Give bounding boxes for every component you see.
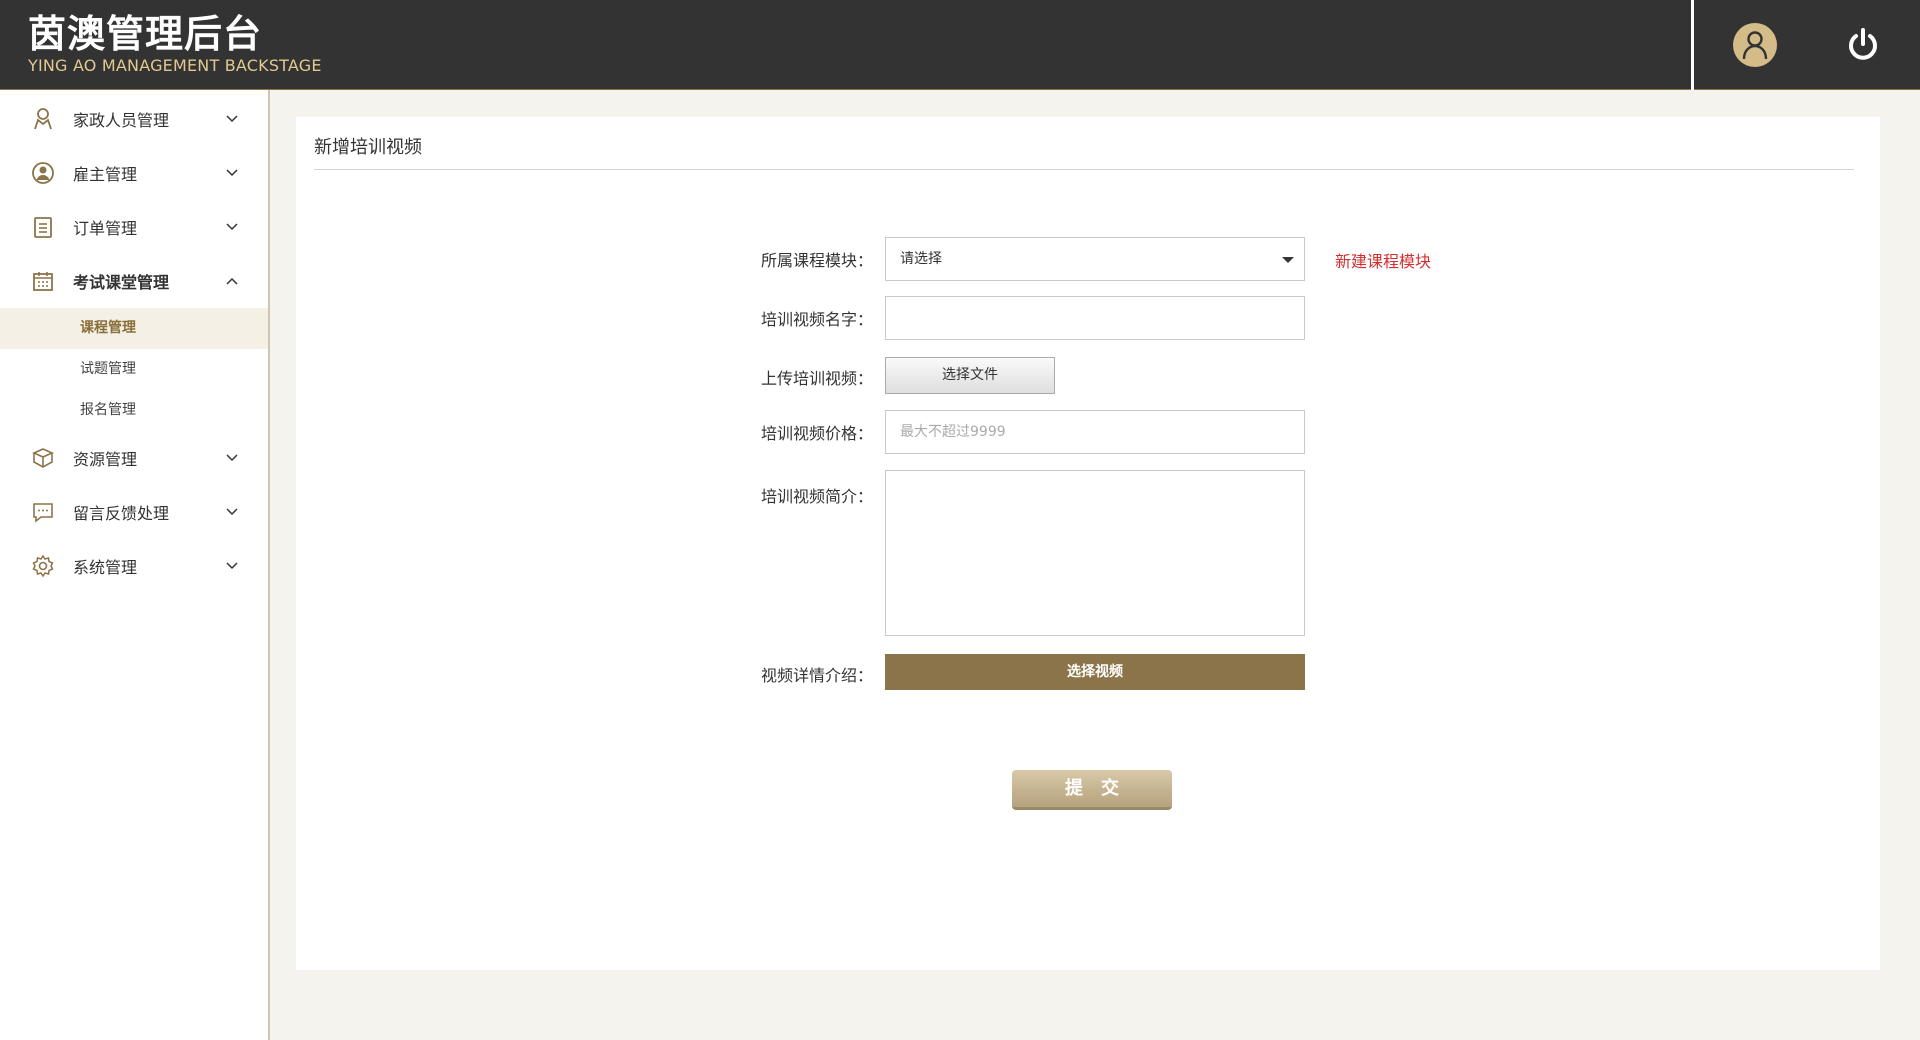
caret-down-icon xyxy=(1282,257,1294,263)
intro-label: 培训视频简介： xyxy=(760,487,873,506)
sidebar-item-label: 留言反馈处理 xyxy=(73,504,170,523)
module-select-value: 请选择 xyxy=(900,251,942,267)
user-circle-icon xyxy=(32,162,54,184)
header-divider xyxy=(1691,0,1694,90)
sidebar-subitem-registration[interactable]: 报名管理 xyxy=(0,390,268,431)
top-header: 茵澳管理后台 YING AO MANAGEMENT BACKSTAGE xyxy=(0,0,1920,90)
brand-title: 茵澳管理后台 xyxy=(28,12,263,56)
sidebar-item-staff[interactable]: 家政人员管理 xyxy=(0,92,268,146)
new-module-link[interactable]: 新建课程模块 xyxy=(1335,248,1431,272)
message-icon xyxy=(33,503,53,523)
sidebar-item-exam-classroom[interactable]: 考试课堂管理 xyxy=(0,254,268,308)
sidebar-subitem-course[interactable]: 课程管理 xyxy=(0,308,268,349)
brand-subtitle: YING AO MANAGEMENT BACKSTAGE xyxy=(28,56,322,75)
user-icon xyxy=(1742,31,1768,60)
intro-textarea[interactable] xyxy=(885,470,1305,636)
power-icon xyxy=(1849,28,1877,60)
detail-label: 视频详情介绍： xyxy=(760,666,873,685)
gear-icon xyxy=(32,554,54,578)
choose-video-button[interactable]: 选择视频 xyxy=(885,654,1305,690)
sidebar-item-label: 订单管理 xyxy=(73,219,138,238)
logout-button[interactable] xyxy=(1845,27,1881,63)
sidebar: 家政人员管理 雇主管理 订单管理 考试课堂管理 课程管理 试题管理 报名管理 资… xyxy=(0,90,270,1040)
sidebar-item-label: 考试课堂管理 xyxy=(73,273,170,292)
sidebar-subitem-questions[interactable]: 试题管理 xyxy=(0,349,268,390)
chevron-down-icon xyxy=(226,508,238,516)
price-input[interactable] xyxy=(885,410,1305,454)
calendar-icon xyxy=(33,272,53,291)
form-panel: 新增培训视频 所属课程模块： 请选择 新建课程模块 培训视频名字： 上传培训视频… xyxy=(296,117,1880,970)
sidebar-item-feedback[interactable]: 留言反馈处理 xyxy=(0,485,268,539)
video-name-input[interactable] xyxy=(885,296,1305,340)
user-avatar-button[interactable] xyxy=(1733,23,1777,67)
sidebar-item-system[interactable]: 系统管理 xyxy=(0,539,268,593)
sidebar-item-orders[interactable]: 订单管理 xyxy=(0,200,268,254)
sidebar-item-employer[interactable]: 雇主管理 xyxy=(0,146,268,200)
module-label: 所属课程模块： xyxy=(760,251,873,270)
chevron-down-icon xyxy=(226,454,238,462)
video-name-label: 培训视频名字： xyxy=(760,310,873,329)
worker-icon xyxy=(34,108,52,130)
price-label: 培训视频价格： xyxy=(760,424,873,443)
sidebar-item-label: 家政人员管理 xyxy=(73,111,170,130)
brand: 茵澳管理后台 YING AO MANAGEMENT BACKSTAGE xyxy=(28,12,322,76)
chevron-down-icon xyxy=(226,115,238,123)
submit-button[interactable]: 提交 xyxy=(1012,770,1172,810)
sidebar-item-label: 系统管理 xyxy=(73,558,138,577)
sidebar-item-label: 资源管理 xyxy=(73,450,138,469)
page-title: 新增培训视频 xyxy=(314,137,422,158)
sidebar-item-resources[interactable]: 资源管理 xyxy=(0,431,268,485)
chevron-up-icon xyxy=(226,277,238,285)
box-icon xyxy=(32,448,54,468)
title-divider xyxy=(314,169,1854,170)
sidebar-item-label: 雇主管理 xyxy=(73,165,138,184)
clipboard-icon xyxy=(34,217,52,238)
upload-label: 上传培训视频： xyxy=(760,369,873,388)
chevron-down-icon xyxy=(226,223,238,231)
chevron-down-icon xyxy=(226,562,238,570)
module-select[interactable]: 请选择 xyxy=(885,237,1305,281)
chevron-down-icon xyxy=(226,169,238,177)
choose-file-button[interactable]: 选择文件 xyxy=(885,357,1055,394)
